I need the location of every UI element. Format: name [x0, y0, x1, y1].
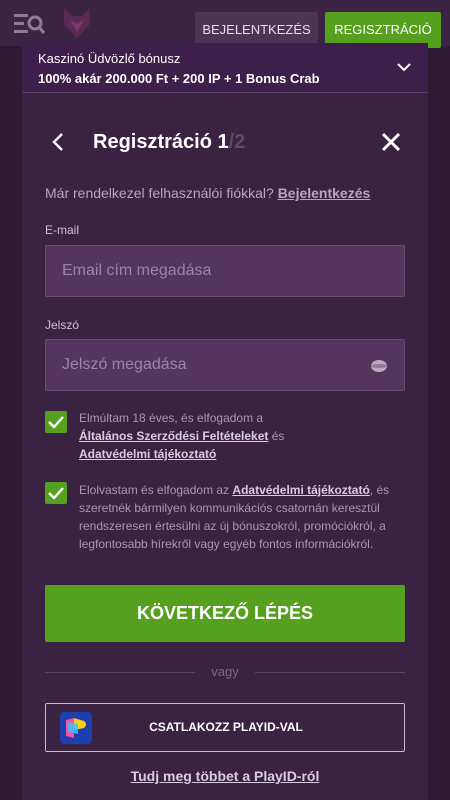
chevron-left-icon[interactable] — [48, 130, 70, 154]
bonus-text: 100% akár 200.000 Ft + 200 IP + 1 Bonus … — [38, 71, 320, 86]
title-step: Regisztráció 1 — [93, 131, 229, 153]
check-icon — [48, 487, 64, 500]
next-step-button[interactable]: KÖVETKEZŐ LÉPÉS — [45, 585, 405, 642]
close-icon[interactable] — [380, 131, 402, 153]
login-link[interactable]: Bejelentkezés — [278, 185, 371, 201]
fox-logo-icon[interactable] — [62, 8, 92, 40]
bonus-banner[interactable]: Kaszinó Üdvözlő bónusz 100% akár 200.000… — [22, 43, 428, 93]
have-account-label: Már rendelkezel felhasználói fiókkal? — [45, 185, 274, 201]
consent2-text-a: Elolvastam és elfogadom az — [79, 483, 230, 497]
menu-search-icon[interactable] — [14, 12, 46, 38]
privacy-link[interactable]: Adatvédelmi tájékoztató — [79, 447, 216, 461]
divider-line-right — [255, 672, 405, 673]
learn-more-playid-link[interactable]: Tudj meg többet a PlayID-ról — [0, 768, 450, 784]
or-divider: vagy — [45, 664, 405, 682]
title-step-total: /2 — [228, 131, 246, 153]
terms-link[interactable]: Általános Szerződési Feltételeket — [79, 429, 268, 443]
email-field-wrapper — [45, 245, 405, 297]
email-field[interactable] — [46, 246, 404, 296]
eye-icon[interactable] — [370, 357, 388, 375]
playid-label: CSATLAKOZZ PLAYID-VAL — [149, 720, 303, 734]
page-title: Regisztráció 1/2 — [93, 131, 245, 154]
have-account-text: Már rendelkezel felhasználói fiókkal? Be… — [45, 185, 370, 201]
privacy-link-2[interactable]: Adatvédelmi tájékoztató — [232, 483, 369, 497]
age-terms-checkbox[interactable] — [45, 411, 67, 433]
password-label: Jelszó — [45, 318, 80, 332]
playid-button[interactable]: CSATLAKOZZ PLAYID-VAL — [45, 703, 405, 752]
bonus-title: Kaszinó Üdvözlő bónusz — [38, 51, 181, 66]
check-icon — [48, 416, 64, 429]
age-terms-text: Elmúltam 18 éves, és elfogadom a Általán… — [79, 409, 405, 463]
privacy-marketing-checkbox[interactable] — [45, 482, 67, 504]
chevron-down-icon[interactable] — [396, 59, 412, 75]
privacy-marketing-text: Elolvastam és elfogadom az Adatvédelmi t… — [79, 481, 405, 553]
password-field[interactable] — [46, 340, 404, 390]
consent1-text-a: Elmúltam 18 éves, és elfogadom a — [79, 411, 264, 425]
consent1-text-b: és — [271, 429, 285, 443]
password-field-wrapper — [45, 339, 405, 391]
email-label: E-mail — [45, 223, 80, 237]
top-bar: BEJELENTKEZÉS REGISZTRÁCIÓ — [0, 0, 450, 48]
